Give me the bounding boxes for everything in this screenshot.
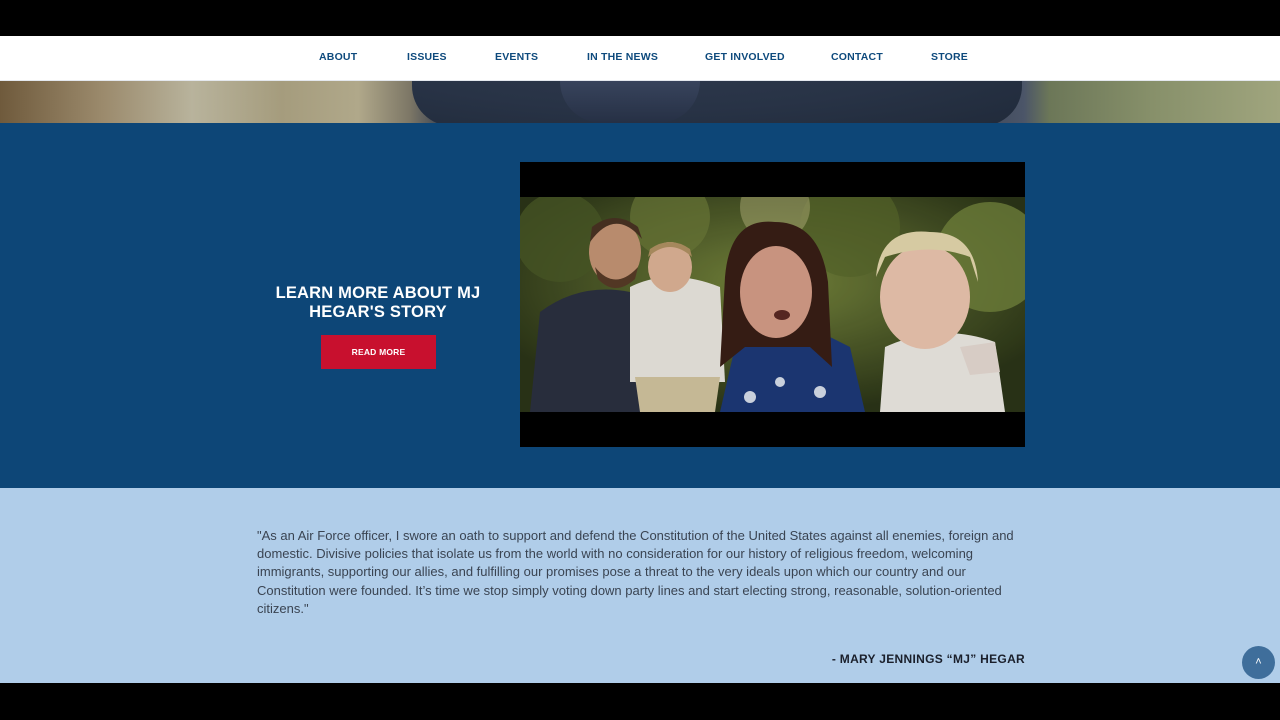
nav-item-in-the-news[interactable]: IN THE NEWS [587, 36, 658, 81]
quote-author: - MARY JENNINGS “MJ” HEGAR [831, 652, 1025, 666]
nav-item-store[interactable]: STORE [931, 36, 968, 81]
nav-item-events[interactable]: EVENTS [495, 36, 538, 81]
video-letterbox-bottom [0, 683, 1280, 720]
hero-figure-shape [412, 81, 1022, 123]
story-video[interactable] [520, 162, 1025, 447]
read-more-button[interactable]: READ MORE [321, 335, 436, 369]
quote-section: "As an Air Force officer, I swore an oat… [0, 488, 1280, 683]
quote-text: "As an Air Force officer, I swore an oat… [257, 528, 1014, 616]
back-to-top-button[interactable]: ˄ [1242, 646, 1275, 679]
nav-item-issues[interactable]: ISSUES [407, 36, 447, 81]
story-section: LEARN MORE ABOUT MJ HEGAR'S STORY READ M… [0, 123, 1280, 488]
hero-figure-collar [560, 81, 700, 123]
video-letterbox-top [0, 0, 1280, 36]
nav-item-get-involved[interactable]: GET INVOLVED [705, 36, 785, 81]
video-frame[interactable] [520, 197, 1025, 412]
hero-image-bottom [0, 81, 1280, 123]
nav-item-about[interactable]: ABOUT [319, 36, 357, 81]
nav-item-contact[interactable]: CONTACT [831, 36, 883, 81]
chevron-up-icon: ˄ [1255, 656, 1262, 668]
main-navigation: ABOUT ISSUES EVENTS IN THE NEWS GET INVO… [0, 36, 1280, 81]
story-heading: LEARN MORE ABOUT MJ HEGAR'S STORY [275, 284, 481, 321]
video-thumbnail-image [520, 197, 1025, 412]
